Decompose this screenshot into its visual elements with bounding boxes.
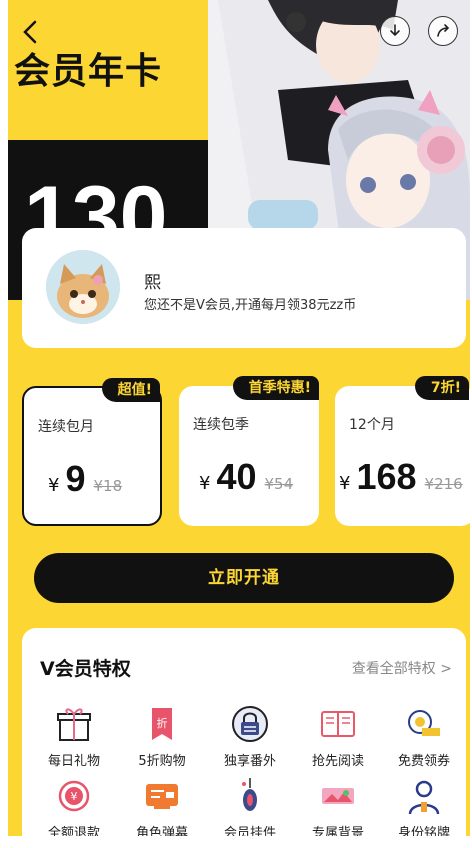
perk-item[interactable]: 会员挂件	[206, 776, 294, 836]
danmaku-icon	[146, 784, 178, 809]
currency-symbol: ¥	[199, 473, 211, 494]
perk-item[interactable]: 专属背景	[294, 776, 382, 836]
coupon-icon	[408, 710, 440, 736]
view-all-perks-link[interactable]: 查看全部特权 >	[352, 658, 452, 678]
membership-status-text: 您还不是V会员,开通每月领38元zz币	[144, 298, 357, 313]
perk-item[interactable]: 抢先阅读	[294, 704, 382, 769]
plan-price: 9	[65, 458, 86, 499]
book-icon	[321, 711, 355, 737]
plan-price: 168	[356, 456, 417, 497]
perks-card: V会员特权 查看全部特权 > 每日礼物 折 5折购物 独享番外 抢先阅读 免费领…	[22, 628, 466, 836]
perk-item[interactable]: 每日礼物	[30, 704, 118, 769]
subscribe-button[interactable]: 立即开通	[34, 553, 454, 603]
plan-badge: 超值!	[101, 378, 160, 402]
cat-avatar-icon	[46, 250, 120, 324]
download-icon	[390, 24, 400, 37]
perk-item[interactable]: 身份铭牌	[380, 776, 468, 836]
hero-title: 会员年卡	[14, 51, 163, 92]
perks-title: V会员特权	[40, 658, 131, 680]
currency-symbol: ¥	[48, 475, 60, 496]
profile-card: 熙 您还不是V会员,开通每月领38元zz币	[22, 228, 466, 348]
perk-item[interactable]: ¥ 全额退款	[30, 776, 118, 836]
perk-item[interactable]: 免费领券	[380, 704, 468, 769]
plan-badge: 7折!	[414, 376, 469, 400]
pendant-icon	[242, 778, 257, 811]
plan-monthly[interactable]: 超值! 连续包月 ¥ 9 ¥18	[22, 378, 162, 526]
back-arrow-icon[interactable]	[18, 18, 42, 46]
plan-badge: 首季特惠!	[232, 376, 319, 400]
background-icon	[322, 788, 354, 804]
plan-name: 连续包月	[38, 419, 94, 435]
perk-item[interactable]: 角色弹幕	[118, 776, 206, 836]
plan-price: 40	[216, 456, 257, 497]
original-price: ¥18	[93, 477, 123, 495]
gift-icon	[57, 708, 91, 741]
avatar[interactable]	[46, 250, 120, 324]
share-button[interactable]	[428, 16, 458, 46]
plan-name: 连续包季	[193, 417, 249, 433]
plan-yearly[interactable]: 7折! 12个月 ¥ 168 ¥216	[335, 376, 470, 526]
download-button[interactable]	[380, 16, 410, 46]
lock-icon	[232, 706, 268, 742]
svg-text:¥: ¥	[71, 790, 78, 803]
nameplate-icon	[408, 780, 440, 815]
plan-quarterly[interactable]: 首季特惠! 连续包季 ¥ 40 ¥54	[179, 376, 319, 526]
discount-tag-icon: 折	[152, 708, 172, 740]
refund-icon: ¥	[58, 780, 90, 812]
perk-item[interactable]: 折 5折购物	[118, 704, 206, 769]
perk-item[interactable]: 独享番外	[206, 704, 294, 769]
svg-text:折: 折	[157, 716, 168, 730]
original-price: ¥216	[424, 475, 463, 493]
currency-symbol: ¥	[339, 473, 351, 494]
share-icon	[437, 24, 450, 37]
vip-page: 会员年卡 130 熙 您还不是V会员,开通每月领38元zz币 超值! 连续包月 …	[8, 0, 470, 836]
plan-name: 12个月	[349, 417, 395, 433]
user-name: 熙	[144, 273, 161, 293]
original-price: ¥54	[264, 475, 294, 493]
